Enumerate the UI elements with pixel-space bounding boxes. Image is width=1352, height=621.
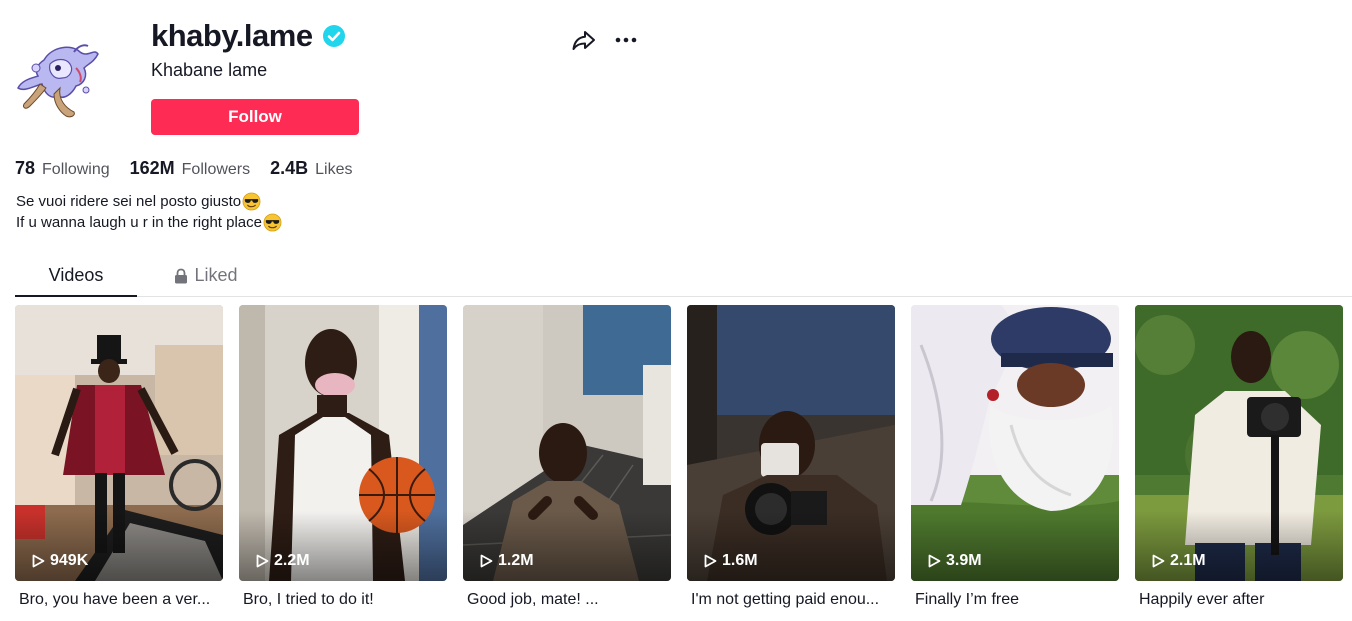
username-row: khaby.lame — [151, 16, 345, 56]
avatar[interactable] — [14, 38, 100, 120]
view-count: 1.2M — [480, 552, 534, 570]
view-count: 2.1M — [1152, 552, 1206, 570]
bio: Se vuoi ridere sei nel posto giusto If u… — [16, 191, 282, 233]
video-card[interactable]: 1.2M Good job, mate! ... — [463, 305, 671, 609]
profile-tabs: Videos Liked — [15, 255, 1352, 297]
bio-text-2: If u wanna laugh u r in the right place — [16, 214, 262, 231]
play-icon — [32, 554, 45, 568]
video-thumbnail[interactable]: 3.9M — [911, 305, 1119, 581]
sunglasses-emoji-icon — [242, 192, 261, 211]
thumbnail-shade — [15, 511, 223, 581]
thumbnail-shade — [239, 511, 447, 581]
video-thumbnail[interactable]: 949K — [15, 305, 223, 581]
play-icon — [704, 554, 717, 568]
play-icon — [928, 554, 941, 568]
video-caption[interactable]: Finally I’m free — [915, 591, 1115, 609]
video-thumbnail[interactable]: 1.6M — [687, 305, 895, 581]
view-count-text: 1.2M — [498, 552, 534, 569]
stat-followers[interactable]: 162M Followers — [130, 158, 251, 179]
sunglasses-emoji-icon — [263, 213, 282, 232]
share-arrow-icon — [572, 31, 595, 50]
followers-label: Followers — [181, 161, 251, 178]
lock-icon — [175, 268, 188, 283]
video-caption[interactable]: Bro, I tried to do it! — [243, 591, 443, 609]
thumbnail-shade — [911, 511, 1119, 581]
follow-button[interactable]: Follow — [151, 99, 359, 135]
view-count-text: 1.6M — [722, 552, 758, 569]
username: khaby.lame — [151, 18, 313, 53]
ellipsis-icon — [615, 37, 637, 43]
stat-likes: 2.4B Likes — [270, 158, 352, 179]
tab-videos[interactable]: Videos — [15, 255, 137, 296]
tab-videos-label: Videos — [48, 265, 104, 285]
likes-count: 2.4B — [270, 158, 309, 178]
tab-liked-label: Liked — [194, 265, 238, 285]
video-card[interactable]: 2.2M Bro, I tried to do it! — [239, 305, 447, 609]
video-caption[interactable]: Bro, you have been a ver... — [19, 591, 219, 609]
view-count: 3.9M — [928, 552, 982, 570]
tab-liked[interactable]: Liked — [145, 255, 267, 296]
likes-label: Likes — [315, 161, 353, 178]
view-count-text: 3.9M — [946, 552, 982, 569]
thumbnail-shade — [463, 511, 671, 581]
video-caption[interactable]: I'm not getting paid enou... — [691, 591, 891, 609]
view-count: 949K — [32, 552, 88, 570]
bio-line-2: If u wanna laugh u r in the right place — [16, 212, 282, 233]
view-count-text: 949K — [50, 552, 89, 569]
view-count-text: 2.1M — [1170, 552, 1206, 569]
thumbnail-shade — [1135, 511, 1343, 581]
following-label: Following — [42, 161, 110, 178]
followers-count: 162M — [129, 158, 175, 178]
stat-following[interactable]: 78 Following — [15, 158, 110, 179]
video-grid: 949K Bro, you have been a ver... 2.2M Br… — [15, 305, 1343, 609]
more-options-button[interactable] — [612, 27, 640, 53]
play-icon — [480, 554, 493, 568]
video-card[interactable]: 2.1M Happily ever after — [1135, 305, 1343, 609]
following-count: 78 — [15, 158, 36, 178]
video-caption[interactable]: Good job, mate! ... — [467, 591, 667, 609]
video-thumbnail[interactable]: 2.2M — [239, 305, 447, 581]
profile-stats: 78 Following 162M Followers 2.4B Likes — [15, 158, 373, 179]
video-card[interactable]: 949K Bro, you have been a ver... — [15, 305, 223, 609]
video-card[interactable]: 1.6M I'm not getting paid enou... — [687, 305, 895, 609]
video-thumbnail[interactable]: 1.2M — [463, 305, 671, 581]
play-icon — [256, 554, 269, 568]
nickname: Khabane lame — [151, 60, 268, 80]
verified-badge-icon — [322, 25, 345, 47]
video-thumbnail[interactable]: 2.1M — [1135, 305, 1343, 581]
thumbnail-shade — [687, 511, 895, 581]
profile-page: khaby.lame Khabane lame Follow 78 Follow… — [0, 0, 1352, 621]
share-button[interactable] — [570, 27, 598, 53]
view-count: 1.6M — [704, 552, 758, 570]
play-icon — [1152, 554, 1165, 568]
video-card[interactable]: 3.9M Finally I’m free — [911, 305, 1119, 609]
view-count-text: 2.2M — [274, 552, 310, 569]
active-tab-indicator — [15, 295, 137, 297]
view-count: 2.2M — [256, 552, 310, 570]
video-caption[interactable]: Happily ever after — [1139, 591, 1339, 609]
bio-text-1: Se vuoi ridere sei nel posto giusto — [16, 193, 242, 210]
bio-line-1: Se vuoi ridere sei nel posto giusto — [16, 191, 282, 212]
